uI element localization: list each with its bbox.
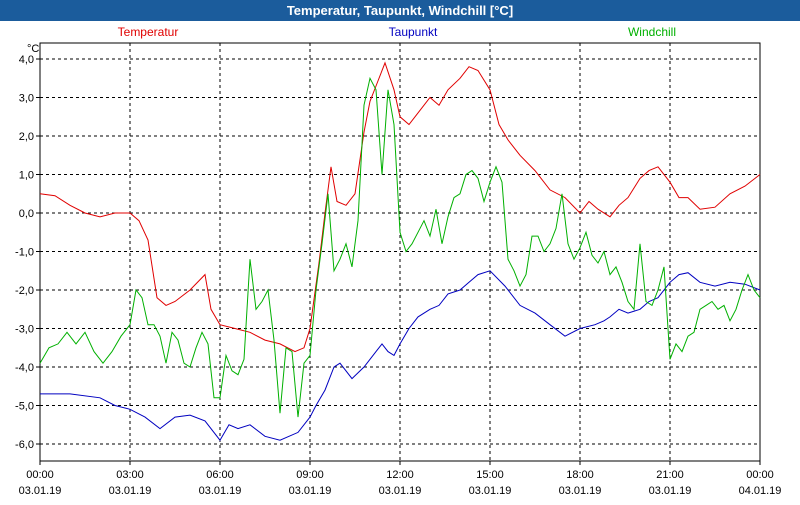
x-tick-time-label: 12:00 [386, 469, 414, 481]
x-tick-date-label: 03.01.19 [649, 485, 692, 497]
window-title: Temperatur, Taupunkt, Windchill [°C] [0, 0, 800, 21]
y-tick-label: 1,0 [19, 170, 34, 182]
x-tick-time-label: 09:00 [296, 469, 324, 481]
legend-temperatur: Temperatur [118, 25, 179, 39]
y-tick-label: -4,0 [15, 362, 34, 374]
y-tick-label: 4,0 [19, 54, 34, 66]
x-tick-date-label: 03.01.19 [559, 485, 602, 497]
y-tick-label: 3,0 [19, 93, 34, 105]
y-tick-label: 2,0 [19, 131, 34, 143]
x-tick-time-label: 21:00 [656, 469, 684, 481]
x-tick-date-label: 03.01.19 [469, 485, 512, 497]
y-tick-label: 0,0 [19, 208, 34, 220]
y-tick-label: -1,0 [15, 247, 34, 259]
y-tick-label: -6,0 [15, 439, 34, 451]
x-tick-date-label: 03.01.19 [19, 485, 62, 497]
legend-taupunkt: Taupunkt [389, 25, 438, 39]
x-tick-date-label: 03.01.19 [289, 485, 332, 497]
chart-window: Temperatur, Taupunkt, Windchill [°C] 4,0… [0, 0, 800, 500]
x-tick-time-label: 00:00 [746, 469, 774, 481]
x-tick-date-label: 03.01.19 [199, 485, 242, 497]
y-axis-unit: °C [27, 43, 39, 55]
x-tick-date-label: 04.01.19 [739, 485, 782, 497]
plot-area: 4,0 3,0 2,0 1,0 0,0 -1,0 -2,0 -3,0 -4,0 -5,0 -6,0 °… [0, 21, 800, 500]
x-tick-date-label: 03.01.19 [379, 485, 422, 497]
x-tick-time-label: 03:00 [116, 469, 144, 481]
y-tick-label: -2,0 [15, 285, 34, 297]
y-tick-label: -5,0 [15, 401, 34, 413]
legend-windchill: Windchill [628, 25, 676, 39]
x-tick-time-label: 18:00 [566, 469, 594, 481]
x-tick-time-label: 06:00 [206, 469, 234, 481]
y-tick-label: -3,0 [15, 324, 34, 336]
x-tick-time-label: 00:00 [26, 469, 54, 481]
x-tick-time-label: 15:00 [476, 469, 504, 481]
x-tick-date-label: 03.01.19 [109, 485, 152, 497]
chart-svg: 4,0 3,0 2,0 1,0 0,0 -1,0 -2,0 -3,0 -4,0 -5,0 -6,0 °… [15, 25, 782, 497]
